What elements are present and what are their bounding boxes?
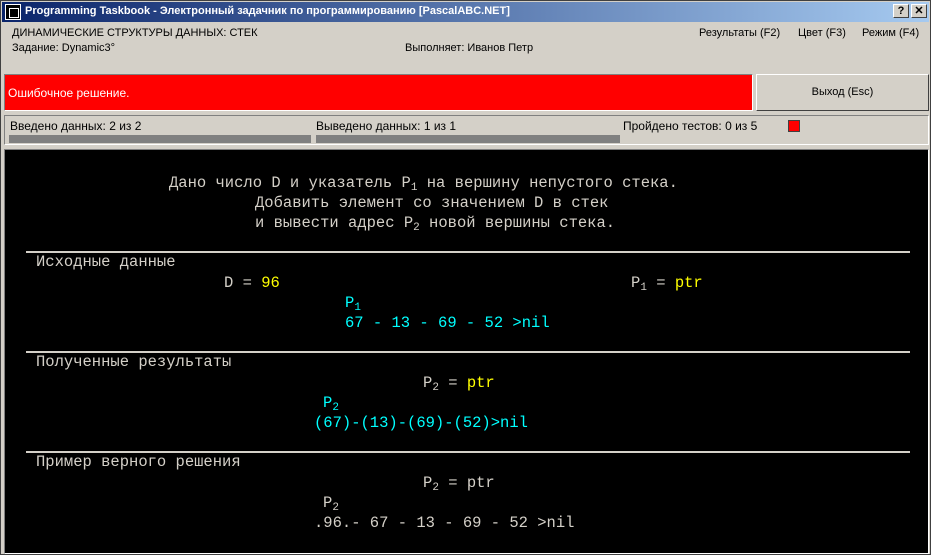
executor-name: Выполняет: Иванов Петр bbox=[405, 42, 534, 54]
result-stack-pointer-label: P2 bbox=[323, 394, 339, 414]
task-text-line-2: Добавить элемент со значением D в стек bbox=[255, 194, 609, 212]
input-stack-pointer-label: P1 bbox=[345, 294, 361, 314]
task-console: Дано число D и указатель P1 на вершину н… bbox=[4, 149, 929, 554]
results-menu[interactable]: Результаты (F2) bbox=[699, 27, 780, 39]
input-p1-value: P1 = ptr bbox=[631, 274, 703, 294]
task-topic: ДИНАМИЧЕСКИЕ СТРУКТУРЫ ДАННЫХ: СТЕК bbox=[12, 27, 258, 39]
result-stack: (67)-(13)-(69)-(52)>nil bbox=[314, 414, 528, 432]
tests-status-indicator bbox=[788, 120, 800, 132]
color-menu[interactable]: Цвет (F3) bbox=[798, 27, 846, 39]
example-section-header: Пример верного решения bbox=[36, 453, 241, 471]
output-progress-bar bbox=[316, 135, 620, 143]
taskbook-window: Programming Taskbook - Электронный задач… bbox=[0, 0, 931, 555]
input-d-value: D = 96 bbox=[224, 274, 280, 292]
result-p2-value: P2 = ptr bbox=[423, 374, 495, 394]
example-stack: .96.- 67 - 13 - 69 - 52 >nil bbox=[314, 514, 575, 532]
window-title: Programming Taskbook - Электронный задач… bbox=[25, 5, 510, 17]
task-header: ДИНАМИЧЕСКИЕ СТРУКТУРЫ ДАННЫХ: СТЕК Зада… bbox=[5, 25, 928, 69]
status-panel: Ошибочное решение. bbox=[4, 74, 753, 111]
close-button[interactable]: ✕ bbox=[911, 4, 927, 18]
example-p2-value: P2 = ptr bbox=[423, 474, 495, 494]
help-button[interactable]: ? bbox=[893, 4, 909, 18]
input-section-header: Исходные данные bbox=[36, 253, 176, 271]
input-stack: 67 - 13 - 69 - 52 >nil bbox=[345, 314, 550, 332]
output-counter: Выведено данных: 1 из 1 bbox=[316, 119, 457, 133]
input-counter: Введено данных: 2 из 2 bbox=[10, 119, 142, 133]
title-bar: Programming Taskbook - Электронный задач… bbox=[2, 2, 929, 22]
example-stack-pointer-label: P2 bbox=[323, 494, 339, 514]
exit-button[interactable]: Выход (Esc) bbox=[756, 74, 929, 111]
input-progress-bar bbox=[9, 135, 311, 143]
task-text-line-1: Дано число D и указатель P1 на вершину н… bbox=[169, 174, 678, 194]
task-text-line-3: и вывести адрес P2 новой вершины стека. bbox=[255, 214, 616, 234]
results-section-header: Полученные результаты bbox=[36, 353, 232, 371]
task-name: Задание: Dynamic3° bbox=[12, 42, 116, 54]
mode-menu[interactable]: Режим (F4) bbox=[862, 27, 919, 39]
counters-panel: Введено данных: 2 из 2 Выведено данных: … bbox=[4, 115, 929, 145]
app-icon bbox=[5, 4, 21, 20]
tests-counter: Пройдено тестов: 0 из 5 bbox=[623, 119, 758, 133]
status-message: Ошибочное решение. bbox=[8, 86, 130, 100]
